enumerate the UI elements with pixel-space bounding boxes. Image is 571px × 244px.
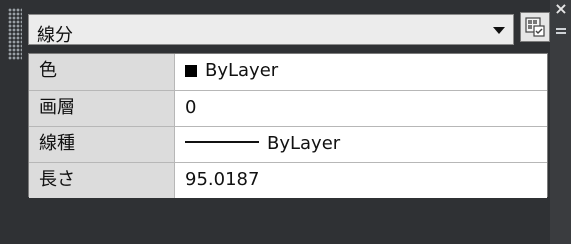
palette-grip-icon[interactable] [8,8,22,60]
property-row-length[interactable]: 長さ 95.0187 [29,162,547,198]
linetype-sample-icon [185,141,259,143]
close-icon[interactable]: × [554,1,568,17]
linetype-value: ByLayer [267,133,341,154]
property-row-color[interactable]: 色 ByLayer [29,54,547,90]
menu-icon[interactable] [556,26,566,36]
color-swatch [185,65,197,77]
chevron-down-icon[interactable] [493,27,505,34]
quick-select-icon [525,17,545,37]
object-type-label: 線分 [37,25,73,46]
property-label: 長さ [29,163,174,198]
property-row-linetype[interactable]: 線種 ByLayer [29,126,547,162]
quick-select-button[interactable] [520,12,550,42]
property-value-layer[interactable]: 0 [174,91,547,126]
property-label: 線種 [29,127,174,162]
properties-table: 色 ByLayer 画層 0 線種 ByLayer 長さ 95.0187 [28,53,548,198]
property-value-color[interactable]: ByLayer [174,54,547,90]
object-type-dropdown[interactable]: 線分 [28,14,514,46]
property-row-layer[interactable]: 画層 0 [29,90,547,126]
palette-side-strip [550,0,571,244]
property-label: 画層 [29,91,174,126]
property-label: 色 [29,54,174,90]
property-value-linetype[interactable]: ByLayer [174,127,547,162]
color-value: ByLayer [205,60,279,81]
property-value-length[interactable]: 95.0187 [174,163,547,198]
